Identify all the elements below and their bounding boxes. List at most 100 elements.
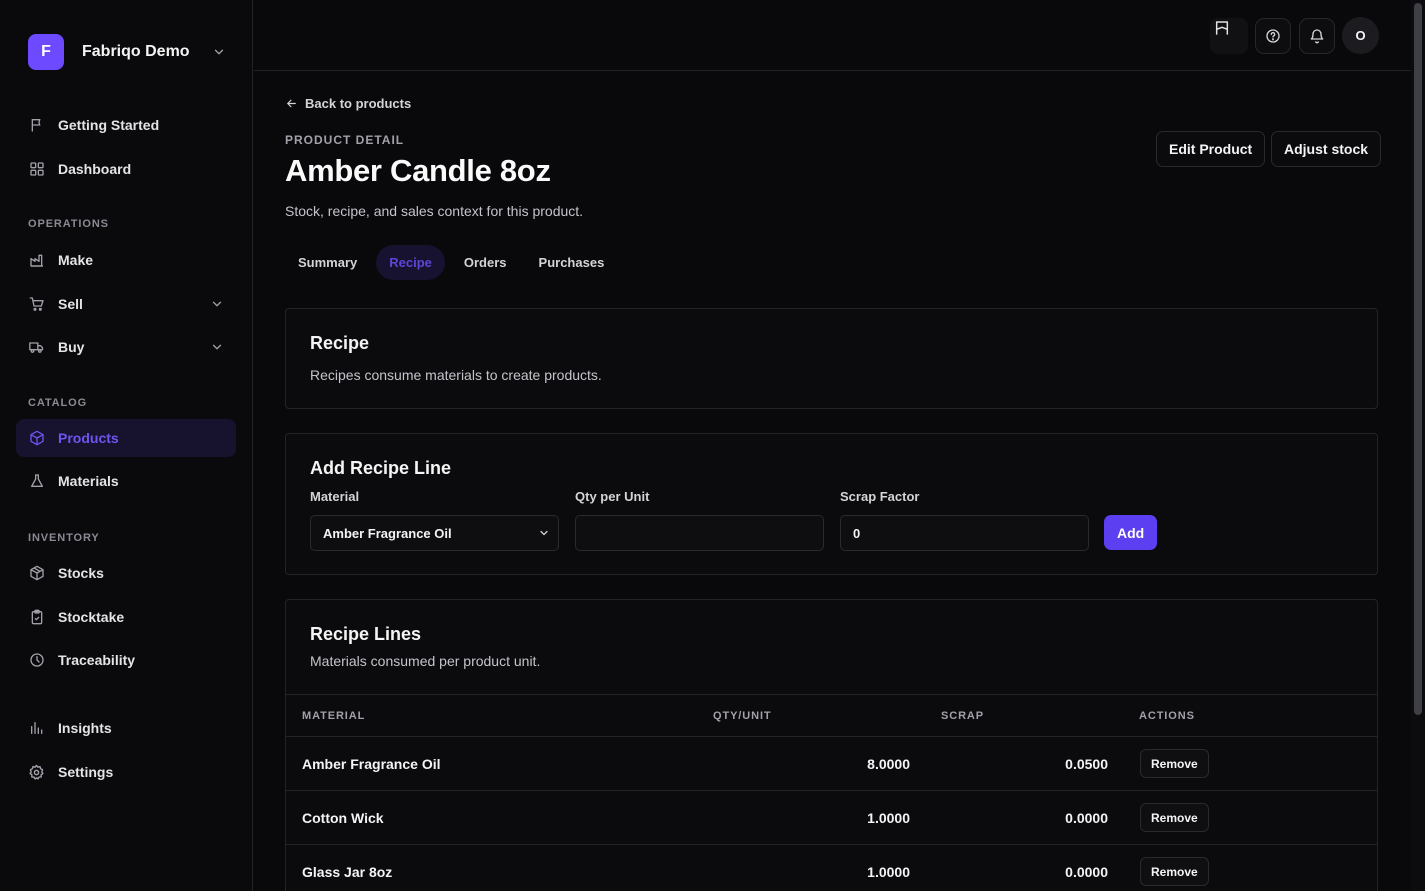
sidebar-item-buy[interactable]: Buy — [16, 328, 236, 366]
notifications-button[interactable] — [1299, 18, 1335, 54]
chevron-down-icon — [214, 49, 224, 55]
section-label-catalog: CATALOG — [28, 397, 88, 409]
back-to-products-link[interactable]: Back to products — [285, 96, 411, 111]
edit-product-button[interactable]: Edit Product — [1156, 131, 1266, 167]
scrap-cell: 0.0000 — [1065, 810, 1108, 826]
workspace-logo: F — [28, 34, 64, 70]
sidebar-item-label: Stocktake — [58, 609, 125, 625]
scrap-cell: 0.0000 — [1065, 864, 1108, 880]
tab-purchases[interactable]: Purchases — [526, 245, 618, 280]
package-icon — [28, 565, 45, 582]
qty-cell: 1.0000 — [867, 864, 910, 880]
add-recipe-line-title: Add Recipe Line — [310, 458, 452, 478]
box-icon — [28, 430, 45, 447]
scrollbar[interactable] — [1411, 0, 1425, 891]
flask-icon — [28, 473, 45, 490]
help-icon — [1266, 29, 1280, 43]
remove-button[interactable]: Remove — [1140, 803, 1209, 832]
help-button[interactable] — [1255, 18, 1291, 54]
sidebar-item-label: Products — [58, 430, 119, 446]
add-recipe-line-card: Add Recipe Line Material Amber Fragrance… — [285, 433, 1378, 575]
sidebar-item-label: Buy — [58, 339, 85, 355]
scrap-factor-input[interactable]: 0 — [840, 515, 1089, 551]
clipboard-icon — [28, 609, 45, 626]
sidebar-item-label: Traceability — [58, 652, 136, 668]
recipe-card: Recipe Recipes consume materials to crea… — [285, 308, 1378, 409]
sidebar-item-getting-started[interactable]: Getting Started — [16, 106, 236, 144]
sidebar-item-label: Settings — [58, 764, 114, 780]
factory-icon — [28, 252, 45, 269]
scrollbar-thumb[interactable] — [1414, 3, 1422, 715]
remove-button[interactable]: Remove — [1140, 857, 1209, 886]
column-header-qty: QTY/UNIT — [713, 710, 772, 722]
qty-per-unit-input[interactable] — [575, 515, 824, 551]
material-cell: Amber Fragrance Oil — [302, 756, 441, 772]
scrap-factor-label: Scrap Factor — [840, 489, 920, 504]
workspace-name: Fabriqo Demo — [82, 43, 190, 60]
column-header-material: MATERIAL — [302, 710, 366, 722]
adjust-stock-button[interactable]: Adjust stock — [1271, 131, 1382, 167]
section-label-operations: OPERATIONS — [28, 218, 109, 230]
sidebar: F Fabriqo Demo Getting Started Dashboard… — [0, 0, 253, 891]
sidebar-item-traceability[interactable]: Traceability — [16, 641, 236, 679]
chevron-down-icon — [540, 530, 548, 536]
tab-recipe[interactable]: Recipe — [376, 245, 445, 280]
qty-cell: 1.0000 — [867, 810, 910, 826]
sidebar-item-label: Materials — [58, 473, 119, 489]
material-select[interactable]: Amber Fragrance Oil — [310, 515, 559, 551]
recipe-card-title: Recipe — [310, 333, 370, 353]
sidebar-item-stocktake[interactable]: Stocktake — [16, 598, 236, 636]
top-bar: O — [254, 0, 1411, 71]
page-eyebrow: PRODUCT DETAIL — [285, 133, 405, 147]
sidebar-item-materials[interactable]: Materials — [16, 462, 236, 500]
tab-summary[interactable]: Summary — [285, 245, 370, 280]
material-cell: Glass Jar 8oz — [302, 864, 393, 880]
sidebar-item-dashboard[interactable]: Dashboard — [16, 150, 236, 188]
chevron-down-icon[interactable] — [210, 297, 224, 311]
table-row: Cotton Wick 1.0000 0.0000 Remove — [286, 791, 1377, 845]
avatar[interactable]: O — [1342, 17, 1379, 54]
sidebar-item-label: Stocks — [58, 565, 104, 581]
workspace-switcher[interactable]: F Fabriqo Demo — [28, 34, 226, 70]
sidebar-item-label: Make — [58, 252, 94, 268]
sidebar-item-label: Dashboard — [58, 161, 132, 177]
cart-icon — [28, 296, 45, 313]
flag-button[interactable] — [1210, 18, 1248, 54]
section-label-inventory: INVENTORY — [28, 532, 100, 544]
truck-icon — [28, 339, 45, 356]
page-subtitle: Stock, recipe, and sales context for thi… — [285, 203, 584, 219]
add-recipe-line-button[interactable]: Add — [1104, 515, 1158, 550]
app-root: F Fabriqo Demo Getting Started Dashboard… — [0, 0, 1425, 891]
table-header: MATERIAL QTY/UNIT SCRAP ACTIONS — [286, 694, 1377, 737]
sidebar-item-sell[interactable]: Sell — [16, 285, 236, 323]
sidebar-item-make[interactable]: Make — [16, 241, 236, 279]
scrap-cell: 0.0500 — [1065, 756, 1108, 772]
clock-icon — [28, 652, 45, 669]
arrow-left-icon — [287, 99, 296, 108]
column-header-scrap: SCRAP — [941, 710, 985, 722]
sidebar-item-insights[interactable]: Insights — [16, 709, 236, 747]
tab-orders[interactable]: Orders — [451, 245, 520, 280]
back-link-label: Back to products — [305, 96, 412, 111]
material-label: Material — [310, 489, 360, 504]
qty-cell: 8.0000 — [867, 756, 910, 772]
flag-icon — [1215, 21, 1229, 35]
column-header-actions: ACTIONS — [1139, 710, 1195, 722]
flag-icon — [28, 117, 45, 134]
recipe-lines-card: Recipe Lines Materials consumed per prod… — [285, 599, 1378, 891]
sidebar-item-stocks[interactable]: Stocks — [16, 554, 236, 592]
table-row: Amber Fragrance Oil 8.0000 0.0500 Remove — [286, 737, 1377, 791]
sidebar-item-label: Sell — [58, 296, 83, 312]
page-title: Amber Candle 8oz — [285, 153, 551, 188]
sidebar-item-products[interactable]: Products — [16, 419, 236, 457]
recipe-lines-title: Recipe Lines — [310, 624, 422, 644]
dashboard-grid-icon — [28, 161, 45, 178]
gear-icon — [28, 764, 45, 781]
material-select-value: Amber Fragrance Oil — [323, 525, 452, 541]
remove-button[interactable]: Remove — [1140, 749, 1209, 778]
chevron-down-icon[interactable] — [210, 340, 224, 354]
material-cell: Cotton Wick — [302, 810, 384, 826]
sidebar-item-settings[interactable]: Settings — [16, 753, 236, 791]
recipe-card-subtitle: Recipes consume materials to create prod… — [310, 367, 602, 383]
sidebar-item-label: Getting Started — [58, 117, 160, 133]
